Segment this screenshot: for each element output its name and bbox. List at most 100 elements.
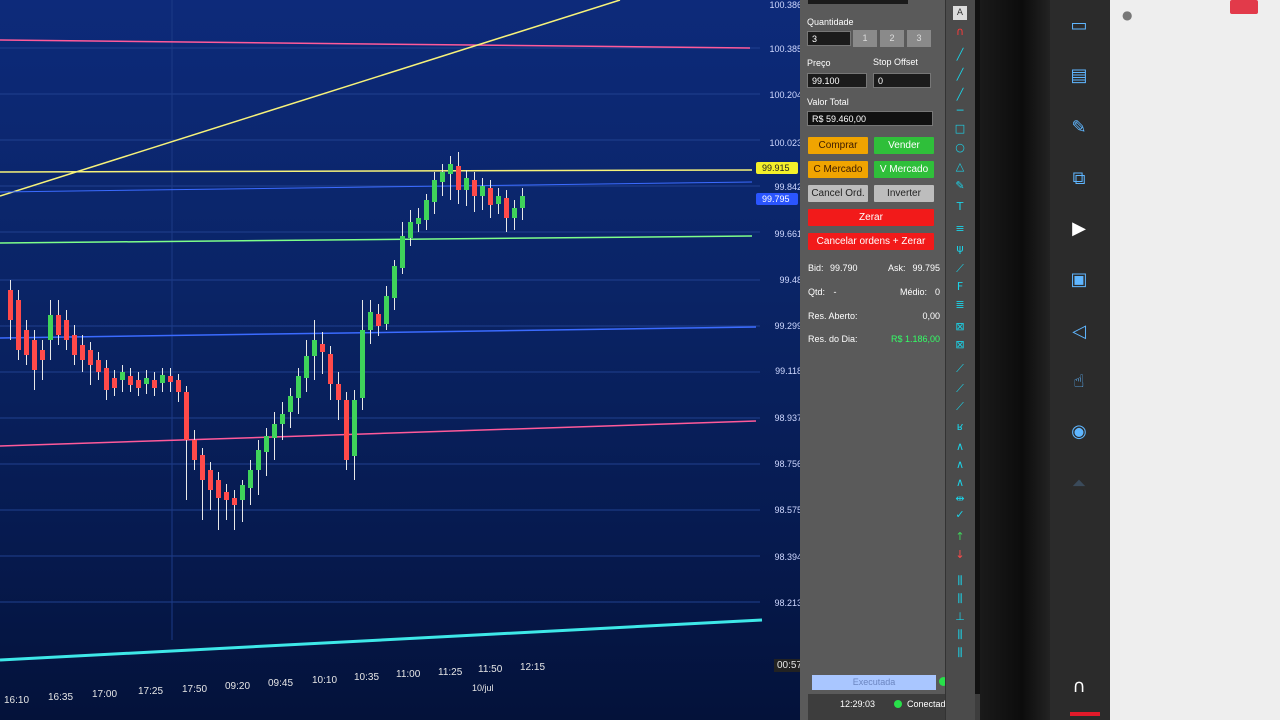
sell-market-button[interactable]: V Mercado [874,161,934,178]
price-axis-label: 98.394 [774,552,802,562]
medio-label: Médio: [900,287,928,297]
bear-candle [8,290,13,320]
quantity-input[interactable]: 3 [807,31,851,46]
bull-candle [480,186,485,196]
stop-offset-value: 0 [878,76,884,86]
lines-tool-icon[interactable]: ≡ [953,222,967,236]
headset-icon[interactable]: ∩ [1065,673,1093,701]
sell-button[interactable]: Vender [874,137,934,154]
grid-tool-icon[interactable]: ⊠ [953,320,967,334]
fibonacci-tool-icon[interactable]: F [953,280,967,294]
price-axis-label: 100.385 [769,44,802,54]
quick-qty-3[interactable]: 3 [907,30,931,47]
quick-qty-2[interactable]: 2 [880,30,904,47]
elliott-tool-icon[interactable]: ∧ [953,440,967,454]
arrow-up-icon[interactable]: ↑ [953,530,967,544]
time-axis-label: 11:25 [438,667,463,678]
screen-share-icon[interactable]: ⧉ [1065,165,1093,193]
arc-tool-icon[interactable]: ⟋ [953,362,967,376]
cancel-orders-button[interactable]: Cancel Ord. [808,185,868,202]
fan-tool-icon[interactable]: ⊠ [953,338,967,352]
hline-tool-2-icon[interactable]: ⊥ [953,610,967,624]
bull-candle [288,396,293,412]
bid-level-line [0,181,753,193]
time-axis-label: 16:10 [4,695,30,706]
recording-icon[interactable] [1230,0,1258,14]
sidebar-bottom-bar [1070,712,1100,716]
arrow-down-icon[interactable]: ↓ [953,548,967,562]
wave-tool-icon[interactable]: ⟋ [953,382,967,396]
bull-candle [448,164,453,174]
rectangle-tool-icon[interactable]: □ [953,122,967,136]
panel-top-tab[interactable] [808,0,908,4]
buy-button[interactable]: Comprar [808,137,868,154]
price-axis-label: 99.48 [779,275,802,285]
video-camera-icon[interactable]: ▭ [1065,12,1093,40]
bid-price-tag: 99.795 [756,193,798,205]
bull-candle [280,414,285,424]
check-tool-icon[interactable]: ✓ [953,508,967,522]
bull-candle [296,376,301,398]
chart-canvas[interactable] [0,0,808,720]
stop-offset-input[interactable]: 0 [873,73,931,88]
price-input[interactable]: 99.100 [807,73,867,88]
channel-tool-icon[interactable]: ⟋ [953,262,967,276]
bid-label: Bid: [808,263,824,273]
text-insert-icon[interactable]: T [953,200,967,214]
hline-tool-icon[interactable]: ─ [953,104,967,118]
measure-tool-icon[interactable]: ∧ [953,476,967,490]
trend-tool-icon[interactable]: ╱ [953,88,967,102]
presentation-icon[interactable]: ▤ [1065,62,1093,90]
zero-button[interactable]: Zerar [808,209,934,226]
bear-candle [88,350,93,365]
line-tool-icon[interactable]: ╱ [953,48,967,62]
bull-candle [360,330,365,398]
bear-candle [488,188,493,205]
bars-tool-icon[interactable]: ⫼ [953,574,967,588]
cancel-and-zero-button[interactable]: Cancelar ordens + Zerar [808,233,934,250]
abcd-tool-icon[interactable]: ʁ [953,420,967,434]
pitchfork-tool-icon[interactable]: ψ [953,242,967,256]
bid-price-value: 99.795 [762,194,790,204]
time-axis-label: 09:20 [225,681,251,692]
res-dia-row: Res. do Dia: R$ 1.186,00 [808,334,940,344]
clipboard-icon[interactable]: ▣ [1065,266,1093,294]
quick-qty-1[interactable]: 1 [853,30,877,47]
order-panel: Quantidade 3 1 2 3 Preço Stop Offset 99.… [800,0,950,720]
bear-candle [128,376,133,385]
qtd-medio-row: Qtd: - Médio: 0 [808,287,940,297]
invert-button[interactable]: Inverter [874,185,934,202]
price-chart[interactable]: 100.386 100.385 100.204 100.023 99.842 99.661… [0,0,808,720]
megaphone-icon[interactable]: ◁ [1065,318,1093,346]
time-axis-label: 17:00 [92,689,118,700]
total-value: R$ 59.460,00 [812,114,867,124]
circle-tool-icon[interactable]: ○ [953,141,967,155]
bars-tool-2-icon[interactable]: ⫼ [953,592,967,606]
status-time: 12:29:03 [840,699,876,709]
mic-icon[interactable]: ● [1122,8,1134,24]
bull-candle [440,172,445,182]
bars-tool-3-icon[interactable]: ⫼ [953,628,967,642]
triangle-tool-icon[interactable]: △ [953,160,967,174]
bull-candle [312,340,317,356]
time-axis-label: 11:50 [478,664,503,675]
bars-tool-4-icon[interactable]: ⫼ [953,646,967,660]
ray-tool-icon[interactable]: ╱ [953,68,967,82]
broadcast-icon[interactable]: ◉ [1065,418,1093,446]
ruler-tool-icon[interactable]: ⟋ [953,400,967,414]
bull-candle [272,424,277,438]
buy-market-button[interactable]: C Mercado [808,161,868,178]
magnet-icon[interactable]: ∩ [953,25,967,39]
pencil-icon[interactable]: ✎ [1065,114,1093,142]
pattern-tool-icon[interactable]: ∧ [953,458,967,472]
youtube-icon[interactable]: ▶ [1065,215,1093,243]
range-tool-icon[interactable]: ⇹ [953,492,967,506]
bear-candle [192,440,197,460]
text-tool-icon[interactable]: A [953,6,967,20]
touch-icon[interactable]: ☝ [1065,368,1093,396]
signal-icon[interactable]: ⏶ [1065,470,1093,498]
pen-tool-icon[interactable]: ✎ [953,179,967,193]
bear-candle [24,330,29,355]
bull-candle [368,312,373,330]
levels-tool-icon[interactable]: ≣ [953,298,967,312]
